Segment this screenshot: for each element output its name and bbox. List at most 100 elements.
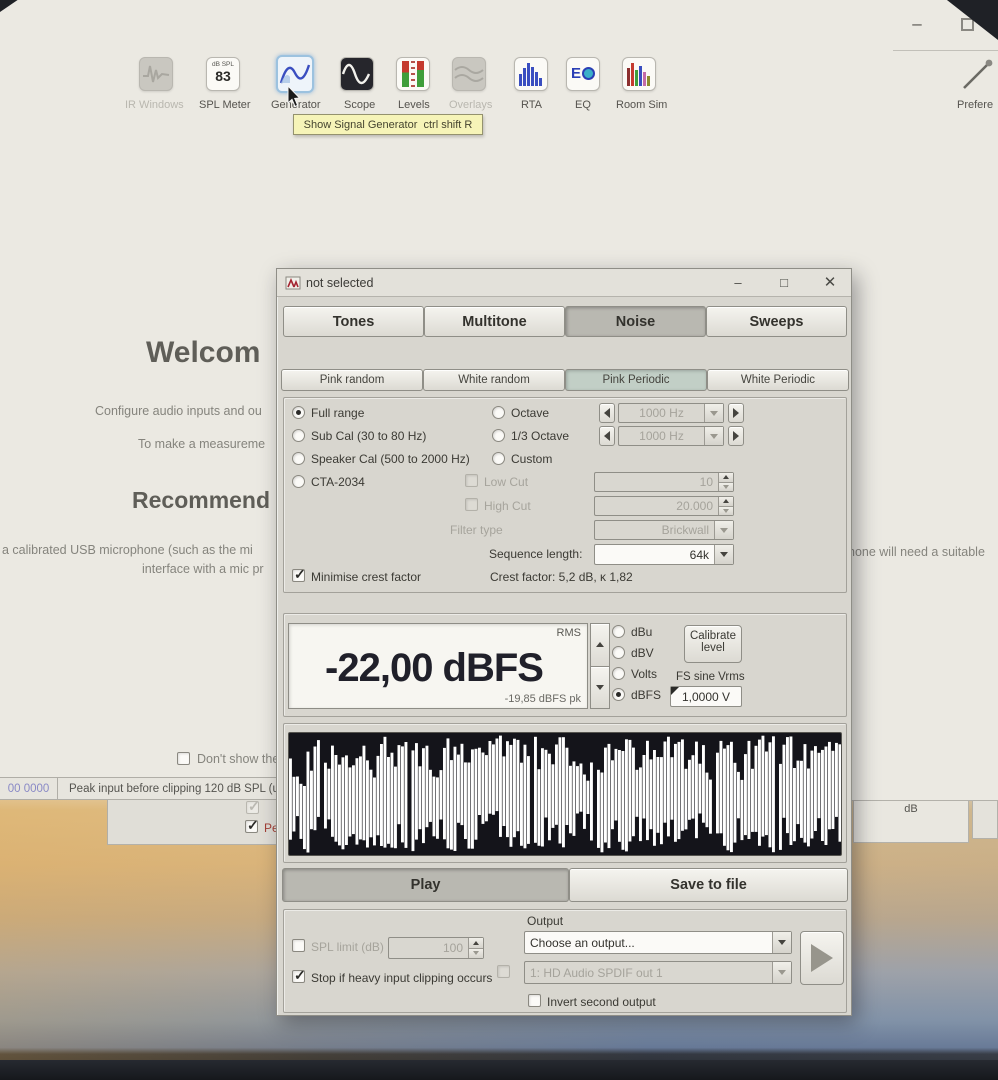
output-secondary-dropdown-icon[interactable] xyxy=(772,962,791,983)
play-button[interactable]: Play xyxy=(282,868,569,902)
tab-tones[interactable]: Tones xyxy=(283,306,424,337)
waveform-panel xyxy=(283,723,847,863)
overlays-icon[interactable] xyxy=(452,57,486,91)
low-cut-field[interactable]: 10 xyxy=(594,472,734,492)
cta-2034-radio[interactable] xyxy=(292,475,305,488)
rta-icon[interactable] xyxy=(514,57,548,91)
dbv-label: dBV xyxy=(631,646,654,660)
toolbar-label-ir-windows[interactable]: IR Windows xyxy=(125,99,184,111)
filter-type-combo[interactable]: Brickwall xyxy=(594,520,734,540)
custom-radio[interactable] xyxy=(492,452,505,465)
subtab-pink-periodic[interactable]: Pink Periodic xyxy=(565,369,707,391)
output-primary-dropdown-icon[interactable] xyxy=(772,932,791,953)
action-toggle: Play Save to file xyxy=(282,868,848,902)
stop-clipping-checkbox[interactable] xyxy=(292,970,305,983)
octave-radio[interactable] xyxy=(492,406,505,419)
status-meter-value: 00 0000 xyxy=(0,783,57,795)
spl-limit-spinner[interactable] xyxy=(468,938,483,958)
dbu-radio[interactable] xyxy=(612,625,625,638)
octave-next-button[interactable] xyxy=(728,403,744,423)
third-octave-next-button[interactable] xyxy=(728,426,744,446)
subtab-pink-random[interactable]: Pink random xyxy=(281,369,423,391)
fs-sine-vrms-field[interactable]: 1,0000 V xyxy=(670,686,742,707)
eq-icon[interactable]: E xyxy=(566,57,600,91)
level-display[interactable]: RMS -22,00 dBFS -19,85 dBFS pk xyxy=(288,623,588,709)
low-cut-checkbox[interactable] xyxy=(465,474,478,487)
third-octave-prev-button[interactable] xyxy=(599,426,615,446)
sequence-length-dropdown-icon[interactable] xyxy=(714,545,733,564)
high-cut-spinner[interactable] xyxy=(718,497,733,515)
sequence-length-combo[interactable]: 64k xyxy=(594,544,734,565)
main-minimize-button[interactable]: – xyxy=(908,14,926,34)
sequence-length-label: Sequence length: xyxy=(489,547,582,561)
dialog-maximize-button[interactable]: □ xyxy=(775,274,793,292)
preferences-icon[interactable] xyxy=(960,56,998,94)
spl-limit-checkbox[interactable] xyxy=(292,939,305,952)
full-range-radio[interactable] xyxy=(292,406,305,419)
spl-meter-icon[interactable]: dB SPL 83 xyxy=(206,57,240,91)
subtab-white-periodic[interactable]: White Periodic xyxy=(707,369,849,391)
recommend-heading: Recommend xyxy=(132,487,270,514)
subtab-white-random[interactable]: White random xyxy=(423,369,565,391)
output-secondary-combo[interactable]: 1: HD Audio SPDIF out 1 xyxy=(524,961,792,984)
low-cut-label: Low Cut xyxy=(484,475,528,489)
crest-factor-text: Crest factor: 5,2 dB, κ 1,82 xyxy=(490,570,633,584)
partial-checkbox-top[interactable] xyxy=(246,801,259,814)
calibrate-level-button[interactable]: Calibrate level xyxy=(684,625,742,663)
signal-generator-dialog: not selected – □ ✕ Tones Multitone Noise… xyxy=(276,268,852,1016)
high-cut-checkbox[interactable] xyxy=(465,498,478,511)
cta-2034-label: CTA-2034 xyxy=(311,475,365,489)
octave-prev-button[interactable] xyxy=(599,403,615,423)
dbfs-radio[interactable] xyxy=(612,688,625,701)
ir-windows-icon[interactable] xyxy=(139,57,173,91)
start-generator-button[interactable] xyxy=(800,931,844,985)
speaker-cal-radio[interactable] xyxy=(292,452,305,465)
toolbar-label-scope[interactable]: Scope xyxy=(344,99,375,111)
third-octave-label: 1/3 Octave xyxy=(511,429,569,443)
dialog-titlebar[interactable]: not selected – □ ✕ xyxy=(277,269,851,297)
toolbar-label-preferences[interactable]: Prefere xyxy=(957,99,998,111)
octave-label: Octave xyxy=(511,406,549,420)
tab-sweeps[interactable]: Sweeps xyxy=(706,306,847,337)
minimise-crest-checkbox[interactable] xyxy=(292,569,305,582)
third-octave-radio[interactable] xyxy=(492,429,505,442)
level-down-button[interactable] xyxy=(590,667,610,710)
filter-type-dropdown-icon[interactable] xyxy=(714,521,733,539)
dbv-radio[interactable] xyxy=(612,646,625,659)
output-primary-combo[interactable]: Choose an output... xyxy=(524,931,792,954)
levels-icon[interactable] xyxy=(396,57,430,91)
toolbar-label-overlays[interactable]: Overlays xyxy=(449,99,492,111)
third-octave-freq-combo[interactable]: 1000 Hz xyxy=(618,426,724,446)
scope-icon[interactable] xyxy=(340,57,374,91)
toolbar-label-eq[interactable]: EQ xyxy=(575,99,591,111)
spl-limit-field[interactable]: 100 xyxy=(388,937,484,959)
invert-output-checkbox[interactable] xyxy=(528,994,541,1007)
toolbar-label-levels[interactable]: Levels xyxy=(398,99,430,111)
toolbar-label-spl-meter[interactable]: SPL Meter xyxy=(199,99,251,111)
volts-radio[interactable] xyxy=(612,667,625,680)
play-triangle-icon xyxy=(811,944,833,972)
toolbar-label-room-sim[interactable]: Room Sim xyxy=(616,99,667,111)
low-cut-spinner[interactable] xyxy=(718,473,733,491)
sub-cal-label: Sub Cal (30 to 80 Hz) xyxy=(311,429,426,443)
dbu-label: dBu xyxy=(631,625,652,639)
fs-sine-vrms-label: FS sine Vrms xyxy=(676,671,745,683)
welcome-heading: Welcom xyxy=(146,336,260,370)
octave-freq-combo[interactable]: 1000 Hz xyxy=(618,403,724,423)
room-sim-icon[interactable] xyxy=(622,57,656,91)
save-to-file-button[interactable]: Save to file xyxy=(569,868,848,902)
octave-freq-dropdown-icon[interactable] xyxy=(704,404,723,422)
dialog-close-button[interactable]: ✕ xyxy=(821,274,839,292)
high-cut-field[interactable]: 20.000 xyxy=(594,496,734,516)
main-maximize-button[interactable] xyxy=(961,18,974,31)
toolbar-label-rta[interactable]: RTA xyxy=(521,99,542,111)
tab-noise[interactable]: Noise xyxy=(565,306,706,337)
sub-cal-radio[interactable] xyxy=(292,429,305,442)
partial-checkbox[interactable] xyxy=(245,820,258,833)
second-output-checkbox[interactable] xyxy=(497,965,510,978)
dont-show-checkbox[interactable] xyxy=(177,752,190,765)
level-up-button[interactable] xyxy=(590,623,610,667)
tab-multitone[interactable]: Multitone xyxy=(424,306,565,337)
third-octave-freq-dropdown-icon[interactable] xyxy=(704,427,723,445)
dialog-minimize-button[interactable]: – xyxy=(729,274,747,292)
